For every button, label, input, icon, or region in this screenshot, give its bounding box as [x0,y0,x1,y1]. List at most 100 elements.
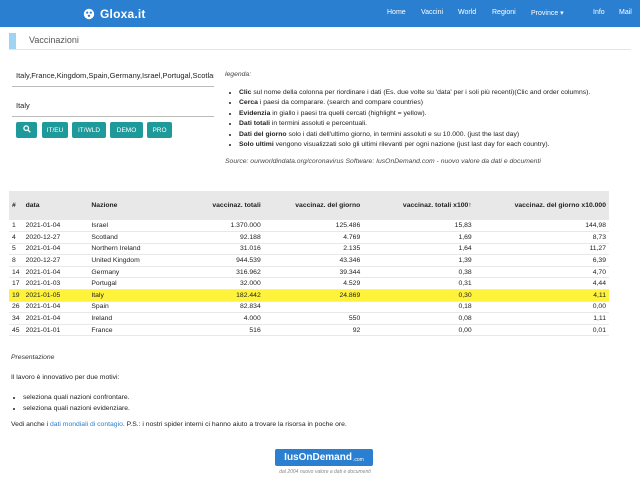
total-cell: 1.370.000 [188,220,264,233]
it-eu-button[interactable]: IT/EU [42,122,68,138]
country-cell: France [88,324,189,337]
world-data-link[interactable]: dati mondiali di contagio [50,421,123,428]
rank-cell: 1 [9,220,23,233]
daily-x10000-cell: 0,01 [474,324,609,337]
iusondemand-logo[interactable]: IusOnDemand .com [275,449,373,466]
footer-logo-text: IusOnDemand [284,452,352,463]
highlight-field[interactable]: Italy [12,96,214,117]
rank-cell: 5 [9,243,23,256]
country-cell: United Kingdom [88,254,189,267]
presentation-caption: Presentazione [11,354,55,361]
legend-item-bold: Dati totali [239,120,270,127]
see-also-text: Vedi anche i dati mondiali di contagio. … [11,421,347,428]
table-row: 26 2021-01-04 Spain 82.834 0,18 0,00 [9,301,609,314]
country-cell: Italy [88,289,189,302]
country-cell: Spain [88,301,189,314]
legend-item: Dati del giorno solo i dati dell'ultimo … [239,130,635,141]
table-row: 14 2021-01-04 Germany 316.962 39.344 0,38 4,70 [9,266,609,279]
rank-cell: 45 [9,324,23,337]
total-cell: 4.000 [188,312,264,325]
rank-cell: 4 [9,231,23,244]
legend-item-bold: Solo ultimi [239,141,274,148]
legend-title: legenda: [225,71,252,78]
daily-cell: 39.344 [263,266,364,279]
section-header: Vaccinazioni [9,32,631,50]
page-title: Vaccinazioni [29,35,79,45]
demo-button[interactable]: DEMO [110,122,143,138]
daily-cell: 4.769 [263,231,364,244]
nav-vaccini[interactable]: Vaccini [421,9,443,16]
table-row: 1 2021-01-04 Israel 1.370.000 125.486 15,83 14… [9,220,609,233]
legend-item-text: solo i dati dell'ultimo giorno, in termi… [286,130,520,138]
nav-home[interactable]: Home [387,9,406,16]
daily-cell: 92 [263,324,364,337]
nav-info[interactable]: Info [593,9,605,16]
date-cell: 2021-01-04 [22,266,89,279]
see-also-prefix: Vedi anche i [11,421,50,428]
col-header-total[interactable]: vaccinaz. totali [188,191,264,220]
date-cell: 2021-01-04 [22,301,89,314]
legend-item-bold: Dati del giorno [239,130,287,138]
total-cell: 516 [188,324,264,337]
daily-cell: 550 [263,312,364,325]
table-header-row: # data Nazione vaccinaz. totali vaccinaz… [9,191,609,220]
pro-button[interactable]: PRO [147,122,172,138]
daily-x10000-cell: 144,98 [474,220,609,233]
it-wld-button[interactable]: IT/WLD [72,122,106,138]
daily-cell: 24.869 [263,289,364,302]
intro-text: Il lavoro è innovativo per due motivi: [11,374,120,381]
total-x100-cell: 0,08 [363,312,475,325]
daily-cell: 125.486 [263,220,364,233]
col-header-daily[interactable]: vaccinaz. del giorno [264,191,364,220]
country-cell: Germany [88,266,189,279]
search-button[interactable] [16,122,37,138]
legend-item-bold: Evidenzia [239,109,271,117]
rank-cell: 17 [9,277,23,291]
rank-cell: 8 [9,254,23,267]
legend-item: Solo ultimi vengono visualizzati solo gl… [239,140,635,151]
country-cell: Ireland [88,312,189,325]
nav-mail[interactable]: Mail [619,9,632,16]
table-row: 5 2021-01-04 Northern Ireland 31.016 2.135 1,… [9,243,609,256]
country-cell: Scotland [88,231,189,244]
reasons-list: seleziona quali nazioni confrontare. sel… [23,392,130,414]
legend-item-bold: Clic [239,88,252,96]
total-x100-cell: 1,69 [363,231,475,244]
country-cell: Northern Ireland [88,243,189,256]
total-cell: 316.962 [188,266,264,279]
legend-item-text: in termini assoluti e percentuali. [269,120,368,127]
nav-world[interactable]: World [458,9,476,16]
col-header-country[interactable]: Nazione [88,191,188,220]
col-header-daily-x10000[interactable]: vaccinaz. del giorno x10.000 [475,191,609,220]
date-cell: 2021-01-04 [22,312,89,325]
total-x100-cell: 1,64 [363,243,475,256]
rank-cell: 26 [9,301,23,314]
date-cell: 2021-01-03 [22,277,89,291]
countries-search-field[interactable]: Italy,France,Kingdom,Spain,Germany,Israe… [12,66,214,87]
total-x100-cell: 1,39 [363,254,475,267]
table-row: 8 2020-12-27 United Kingdom 944.539 43.346 1,… [9,254,609,267]
see-also-suffix: . P.S.: i nostri spider interni ci hanno… [122,421,347,428]
legend-panel: legenda: Clic sul nome della colonna per… [225,70,635,167]
daily-cell: 43.346 [263,254,364,267]
col-header-rank[interactable]: # [9,191,23,220]
total-x100-cell: 0,18 [363,301,475,314]
country-cell: Israel [88,220,189,233]
col-header-date[interactable]: data [23,191,89,220]
vaccinations-table: # data Nazione vaccinaz. totali vaccinaz… [9,191,609,337]
date-cell: 2020-12-27 [22,231,89,244]
col-header-total-x100[interactable]: vaccinaz. totali x100↑ [363,191,474,220]
table-row: 4 2020-12-27 Scotland 92.188 4.769 1,69 8,73 [9,231,609,244]
daily-cell: 4.529 [263,277,364,291]
total-x100-cell: 0,00 [363,324,475,337]
nav-province-dropdown[interactable]: Province ▾ [531,9,564,17]
footer-tagline: dal 2004 nuovo valore a dati e documenti [279,469,371,475]
footer-logo-tld: .com [352,457,364,463]
legend-item-text: sul nome della colonna per riordinare i … [251,88,591,96]
legend-item: Dati totali in termini assoluti e percen… [239,119,635,130]
daily-x10000-cell: 1,11 [474,312,609,325]
nav-regioni[interactable]: Regioni [492,9,516,16]
total-x100-cell: 0,31 [363,277,475,291]
legend-item: Cerca i paesi da comparare. (search and … [239,98,635,109]
daily-x10000-cell: 8,73 [474,231,609,244]
